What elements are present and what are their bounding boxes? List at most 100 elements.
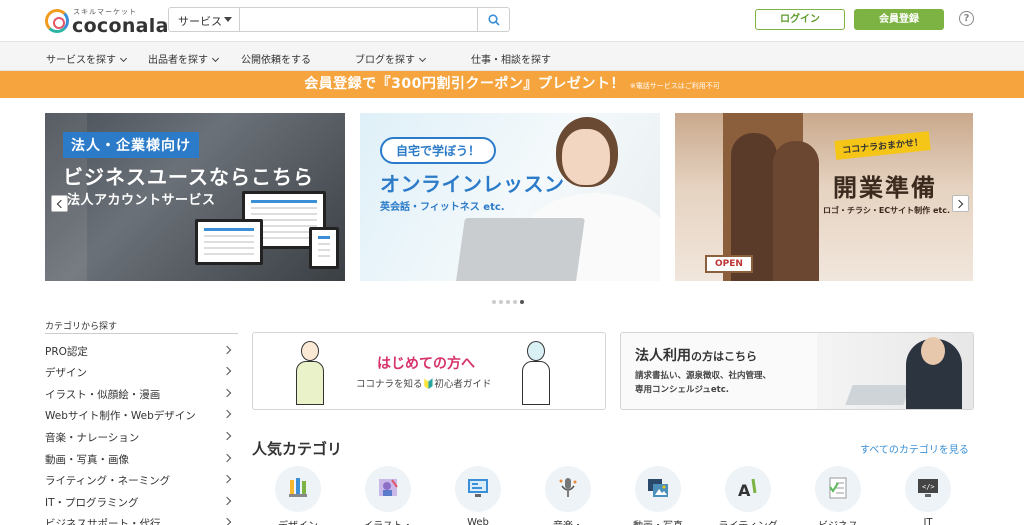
svg-text:</>: </>	[922, 483, 935, 491]
category-music[interactable]	[545, 466, 591, 512]
chevron-right-icon	[222, 474, 232, 484]
nav-label: 公開依頼をする	[241, 55, 311, 66]
man-illustration	[293, 341, 327, 407]
site-header: スキルマーケット coconala サービス ログイン 会員登録 ?	[0, 0, 1024, 42]
sidebar-item-illustration[interactable]: イラスト・似顔絵・漫画	[45, 384, 238, 404]
see-all-categories-link[interactable]: すべてのカテゴリを見る	[860, 441, 969, 456]
slide-tag: 法人・企業様向け	[63, 132, 199, 158]
caret-down-icon	[224, 17, 232, 22]
category-illustration[interactable]	[365, 466, 411, 512]
category-it[interactable]: </>	[905, 466, 951, 512]
carousel-slide-business[interactable]: 法人・企業様向け ビジネスユースならこちら 法人アカウントサービス	[45, 113, 345, 281]
help-icon[interactable]: ?	[959, 11, 974, 26]
login-button[interactable]: ログイン	[755, 9, 845, 30]
category-label: IT	[923, 517, 933, 525]
category-design[interactable]	[275, 466, 321, 512]
sidebar-item-label: 音楽・ナレーション	[45, 432, 140, 444]
chevron-left-icon	[56, 199, 66, 209]
category-label: ライティング	[713, 517, 783, 525]
category-label: Web	[467, 517, 489, 525]
card-line: 請求書払い、源泉徴収、社内管理、	[635, 371, 772, 381]
web-icon	[468, 479, 488, 497]
sidebar-item-label: デザイン	[45, 367, 87, 379]
promo-banner[interactable]: 会員登録で『300円割引クーポン』プレゼント！ ※電話サービスはご利用不可	[0, 71, 1024, 98]
category-writing[interactable]: A	[725, 466, 771, 512]
nav-label: 出品者を探す	[148, 55, 208, 66]
nav-label: ブログを探す	[355, 55, 415, 66]
category-video[interactable]	[635, 466, 681, 512]
sidebar-divider	[45, 333, 238, 334]
writing-icon: A	[738, 478, 757, 499]
nav-post-request[interactable]: 公開依頼をする	[241, 51, 311, 66]
illustration-icon	[379, 479, 398, 496]
card-line: 専用コンシェルジュetc.	[635, 385, 730, 395]
carousel-dot[interactable]	[492, 300, 496, 304]
card-title-rest: の方はこちら	[691, 350, 757, 363]
phone-illustration	[309, 227, 339, 269]
nav-find-sellers[interactable]: 出品者を探す	[148, 51, 220, 66]
carousel-slide-online-lesson[interactable]: 自宅で学ぼう！ オンラインレッスン 英会話・フィットネス etc.	[360, 113, 660, 281]
carousel-prev-button[interactable]	[51, 195, 68, 212]
carousel-dot[interactable]	[513, 300, 517, 304]
category-web[interactable]	[455, 466, 501, 512]
search-bar: サービス	[168, 7, 510, 32]
sidebar-item-video[interactable]: 動画・写真・画像	[45, 449, 238, 469]
laptop-illustration	[195, 219, 263, 265]
carousel-slide-opening-prep[interactable]: OPEN ココナラおまかせ！ 開業準備 ロゴ・チラシ・ECサイト制作 etc.	[675, 113, 973, 281]
slide-title: 開業準備	[833, 174, 937, 202]
logo-wordmark: coconala	[72, 15, 169, 37]
carousel-dot[interactable]	[506, 300, 510, 304]
sidebar-item-web[interactable]: Webサイト制作・Webデザイン	[45, 405, 238, 425]
promo-note: ※電話サービスはご利用不可	[629, 82, 720, 90]
search-button[interactable]	[477, 8, 509, 31]
figure-body	[296, 361, 324, 405]
carousel-dot[interactable]	[499, 300, 503, 304]
chevron-down-icon	[119, 54, 128, 63]
category-business[interactable]	[815, 466, 861, 512]
sidebar-item-design[interactable]: デザイン	[45, 362, 238, 382]
sidebar-item-writing[interactable]: ライティング・ネーミング	[45, 470, 238, 490]
category-label: ビジネス	[803, 517, 873, 525]
chevron-right-icon	[222, 409, 232, 419]
laptop-illustration	[455, 218, 585, 281]
category-label: 動画・写真	[623, 517, 693, 525]
business-use-card[interactable]: 法人利用の方はこちら 請求書払い、源泉徴収、社内管理、 専用コンシェルジュetc…	[620, 332, 974, 410]
person-face	[562, 129, 610, 185]
search-category-select[interactable]: サービス	[169, 8, 240, 31]
nav-find-blogs[interactable]: ブログを探す	[355, 51, 427, 66]
carousel-next-button[interactable]	[952, 195, 969, 212]
slide-badge: ココナラおまかせ！	[834, 131, 931, 160]
sidebar-item-it[interactable]: IT・プログラミング	[45, 492, 238, 512]
sidebar-item-music[interactable]: 音楽・ナレーション	[45, 427, 238, 447]
search-input[interactable]	[241, 8, 477, 31]
nav-find-jobs[interactable]: 仕事・相談を探す	[471, 51, 551, 66]
slide-subtitle: ロゴ・チラシ・ECサイト制作 etc.	[823, 206, 950, 215]
chevron-right-icon	[222, 366, 232, 376]
slide-subtitle: 英会話・フィットネス etc.	[380, 202, 505, 213]
sidebar-item-business[interactable]: ビジネスサポート・代行	[45, 513, 238, 525]
chevron-down-icon	[418, 54, 427, 63]
chevron-right-icon	[222, 388, 232, 398]
sidebar-item-label: ライティング・ネーミング	[45, 475, 171, 487]
video-icon	[648, 479, 668, 497]
woman-illustration	[773, 141, 819, 281]
carousel-dot-active[interactable]	[520, 300, 524, 304]
category-label: 音楽・	[533, 517, 603, 525]
beginner-guide-card[interactable]: はじめての方へ ココナラを知る🔰初心者ガイド	[252, 332, 606, 410]
nav-find-services[interactable]: サービスを探す	[46, 51, 128, 66]
music-icon	[559, 478, 577, 497]
coconala-logo[interactable]: スキルマーケット coconala	[45, 6, 168, 37]
category-label: デザイン	[263, 517, 333, 525]
chevron-right-icon	[954, 199, 964, 209]
businessman-head	[921, 337, 945, 365]
nav-label: サービスを探す	[46, 55, 116, 66]
sidebar-item-pro[interactable]: PRO認定	[45, 341, 238, 361]
business-icon	[829, 477, 847, 499]
search-icon	[488, 14, 500, 26]
figure-head	[527, 341, 545, 361]
popular-categories-title: 人気カテゴリ	[252, 440, 343, 458]
figure-head	[301, 341, 319, 361]
category-label: イラスト・	[353, 517, 423, 525]
design-icon	[289, 478, 307, 497]
register-button[interactable]: 会員登録	[854, 9, 944, 30]
